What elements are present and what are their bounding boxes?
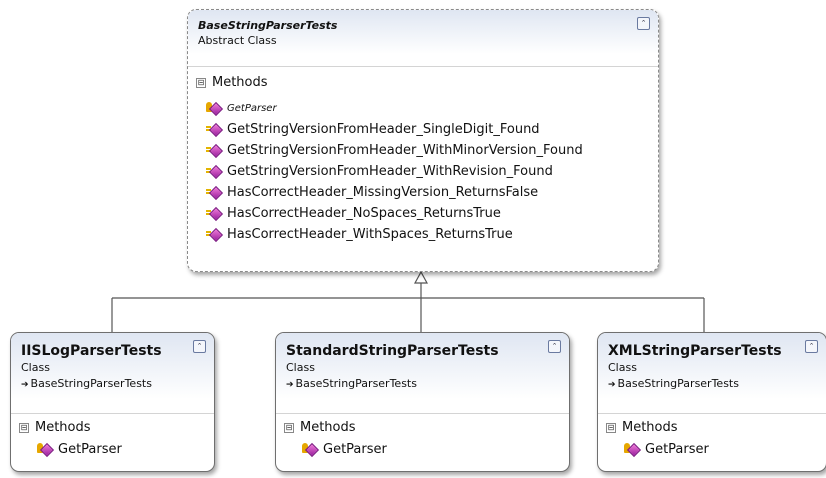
- collapse-icon[interactable]: ⌃: [637, 17, 650, 30]
- method-list: GetParser: [11, 435, 214, 458]
- collapse-icon[interactable]: ⌃: [193, 340, 206, 353]
- method-name: GetParser: [645, 442, 709, 457]
- methods-section-label: Methods: [35, 420, 91, 435]
- method-name: GetStringVersionFromHeader_WithMinorVers…: [227, 143, 583, 158]
- method-item[interactable]: GetParser: [206, 98, 658, 119]
- derived-class-box[interactable]: IISLogParserTests Class ➔ BaseStringParserT…: [10, 332, 215, 472]
- methods-section-label: Methods: [212, 75, 268, 90]
- method-list: GetParser GetStringVersionFromHeader_Sing…: [188, 90, 658, 245]
- method-item[interactable]: HasCorrectHeader_WithSpaces_ReturnsTrue: [206, 224, 658, 245]
- abstract-method-icon: [302, 442, 320, 458]
- collapse-icon[interactable]: ⌃: [548, 340, 561, 353]
- class-title: XMLStringParserTests: [608, 343, 782, 359]
- collapse-toggle-icon[interactable]: ⊟: [606, 422, 616, 433]
- class-kind: Class: [286, 361, 315, 374]
- class-kind: Abstract Class: [198, 34, 277, 47]
- methods-section-label: Methods: [622, 420, 678, 435]
- method-item[interactable]: HasCorrectHeader_MissingVersion_ReturnsF…: [206, 182, 658, 203]
- method-item[interactable]: HasCorrectHeader_NoSpaces_ReturnsTrue: [206, 203, 658, 224]
- abstract-method-icon: [206, 101, 224, 117]
- method-item[interactable]: GetStringVersionFromHeader_WithRevision_…: [206, 161, 658, 182]
- public-method-icon: [206, 143, 224, 159]
- collapse-toggle-icon[interactable]: ⊟: [19, 422, 29, 433]
- method-name: GetStringVersionFromHeader_SingleDigit_F…: [227, 122, 540, 137]
- public-method-icon: [206, 206, 224, 222]
- method-name: GetParser: [227, 103, 277, 114]
- method-item[interactable]: GetParser: [624, 442, 826, 458]
- derived-class-box[interactable]: XMLStringParserTests Class ➔ BaseStringPars…: [597, 332, 826, 472]
- method-list: GetParser: [276, 435, 569, 458]
- inheritance-arrowhead: [413, 270, 429, 284]
- base-class-reference: ➔ BaseStringParserTests: [286, 377, 559, 390]
- class-title: IISLogParserTests: [21, 343, 162, 359]
- base-class-name: BaseStringParserTests: [30, 377, 152, 390]
- methods-section-header[interactable]: ⊟ Methods: [11, 414, 214, 435]
- base-class-name: BaseStringParserTests: [295, 377, 417, 390]
- class-kind: Class: [21, 361, 50, 374]
- collapse-toggle-icon[interactable]: ⊟: [284, 422, 294, 433]
- method-name: GetParser: [323, 442, 387, 457]
- method-item[interactable]: GetStringVersionFromHeader_SingleDigit_F…: [206, 119, 658, 140]
- class-kind: Class: [608, 361, 637, 374]
- method-item[interactable]: GetStringVersionFromHeader_WithMinorVers…: [206, 140, 658, 161]
- public-method-icon: [206, 164, 224, 180]
- methods-section-header[interactable]: ⊟ Methods: [188, 67, 658, 90]
- collapse-toggle-icon[interactable]: ⊟: [196, 77, 206, 88]
- inheritance-arrow-icon: ➔: [21, 380, 29, 390]
- derived-class-header: XMLStringParserTests Class ➔ BaseStringPars…: [598, 333, 826, 399]
- methods-section-header[interactable]: ⊟ Methods: [276, 414, 569, 435]
- public-method-icon: [206, 185, 224, 201]
- method-name: HasCorrectHeader_NoSpaces_ReturnsTrue: [227, 206, 501, 221]
- method-item[interactable]: GetParser: [302, 442, 569, 458]
- derived-class-header: StandardStringParserTests Class ➔ BaseStrin…: [276, 333, 569, 399]
- public-method-icon: [206, 122, 224, 138]
- base-class-reference: ➔ BaseStringParserTests: [608, 377, 816, 390]
- method-list: GetParser: [598, 435, 826, 458]
- inheritance-arrow-icon: ➔: [286, 380, 294, 390]
- base-class-box[interactable]: BaseStringParserTests Abstract Class ⌃ ⊟…: [187, 9, 659, 272]
- collapse-icon[interactable]: ⌃: [805, 340, 818, 353]
- method-name: HasCorrectHeader_WithSpaces_ReturnsTrue: [227, 227, 513, 242]
- inheritance-arrow-icon: ➔: [608, 380, 616, 390]
- method-item[interactable]: GetParser: [37, 442, 214, 458]
- derived-class-box[interactable]: StandardStringParserTests Class ➔ BaseStrin…: [275, 332, 570, 472]
- base-class-reference: ➔ BaseStringParserTests: [21, 377, 204, 390]
- abstract-method-icon: [37, 442, 55, 458]
- method-name: GetStringVersionFromHeader_WithRevision_…: [227, 164, 553, 179]
- base-class-header: BaseStringParserTests Abstract Class ⌃: [188, 10, 658, 54]
- method-name: GetParser: [58, 442, 122, 457]
- derived-class-header: IISLogParserTests Class ➔ BaseStringParserT…: [11, 333, 214, 399]
- methods-section-label: Methods: [300, 420, 356, 435]
- class-title: BaseStringParserTests: [198, 19, 338, 32]
- abstract-method-icon: [624, 442, 642, 458]
- method-name: HasCorrectHeader_MissingVersion_ReturnsF…: [227, 185, 539, 200]
- methods-section-header[interactable]: ⊟ Methods: [598, 414, 826, 435]
- class-title: StandardStringParserTests: [286, 343, 499, 359]
- public-method-icon: [206, 227, 224, 243]
- base-class-name: BaseStringParserTests: [617, 377, 739, 390]
